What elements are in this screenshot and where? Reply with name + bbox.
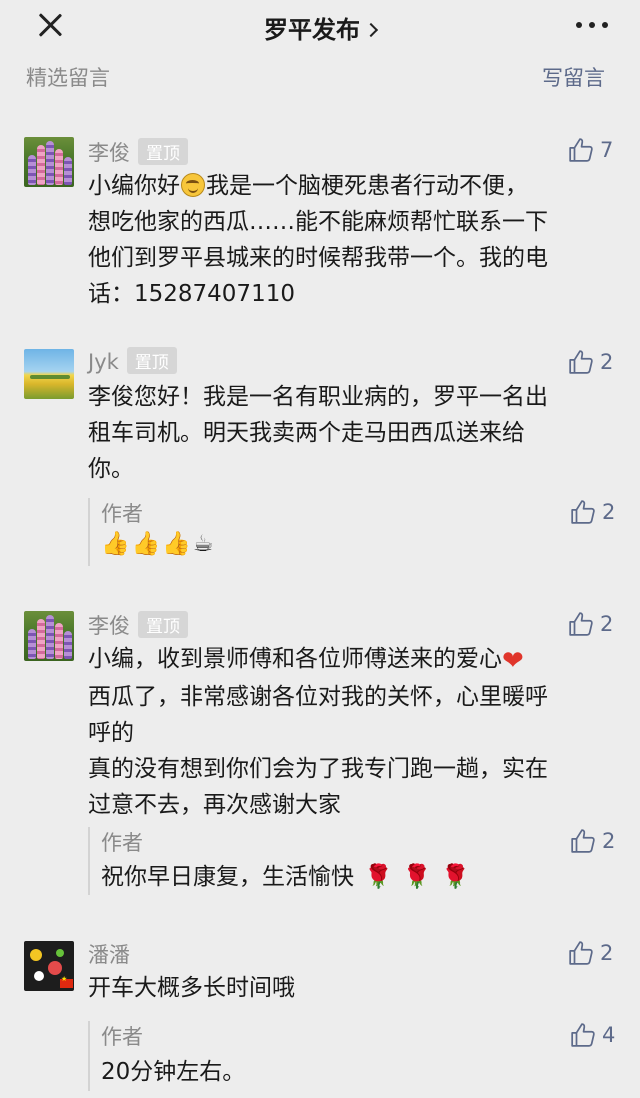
rose-emoji-icon: 🌹 (402, 864, 432, 890)
reply-text: 👍👍👍☕ (101, 531, 216, 557)
like-button[interactable]: 2 (570, 827, 615, 855)
top-bar: 罗平发布 (0, 0, 640, 54)
comment-text: 小编你好 我是一个脑梗死患者行动不便， 想吃他家的西瓜……能不能麻烦帮忙联系一下 … (88, 173, 548, 307)
reply-author: 作者 (101, 1025, 143, 1049)
pinned-badge: 置顶 (126, 347, 177, 374)
comment-text: 开车大概多长时间哦 (88, 975, 295, 1001)
like-button[interactable]: 2 (568, 610, 613, 638)
pinned-badge: 置顶 (138, 138, 188, 165)
write-comment-button[interactable]: 写留言 (542, 62, 605, 92)
comment-author[interactable]: 李俊 置顶 (88, 137, 188, 167)
author-reply: 作者 2 👍👍👍☕ (88, 498, 618, 566)
author-reply: 作者 2 祝你早日康复，生活愉快 🌹 🌹 🌹 (88, 827, 618, 895)
selected-comments-label: 精选留言 (26, 66, 110, 90)
reply-author: 作者 (101, 502, 143, 526)
like-button[interactable]: 2 (570, 498, 615, 526)
reply-author: 作者 (101, 831, 143, 855)
reply-text: 20分钟左右。 (101, 1059, 246, 1085)
like-count: 2 (602, 500, 616, 524)
thumbs-up-icon (569, 138, 593, 162)
like-count: 4 (602, 1023, 616, 1047)
author-reply: 作者 4 20分钟左右。 (88, 1021, 618, 1091)
reply-text: 祝你早日康复，生活愉快 🌹 🌹 🌹 (101, 864, 470, 890)
like-count: 7 (600, 138, 614, 162)
china-flag-icon (60, 975, 73, 988)
comment-text: 小编，收到景师傅和各位师傅送来的爱心❤ 西瓜了，非常感谢各位对我的关怀，心里暖呼… (88, 646, 548, 818)
thumbs-up-icon (569, 612, 593, 636)
page-title[interactable]: 罗平发布 (0, 10, 640, 45)
thumbs-up-icon (569, 350, 593, 374)
like-count: 2 (602, 829, 616, 853)
avatar[interactable] (24, 611, 74, 661)
like-button[interactable]: 7 (568, 136, 613, 164)
rose-emoji-icon: 🌹 (441, 864, 470, 890)
more-icon[interactable] (576, 22, 608, 30)
comment-author[interactable]: Jyk 置顶 (88, 347, 177, 375)
avatar[interactable] (24, 349, 74, 399)
chevron-right-icon (363, 22, 379, 38)
comment-author[interactable]: 李俊 置顶 (88, 610, 188, 640)
thumbs-up-icon (571, 829, 595, 853)
smile-emoji-icon (181, 173, 205, 197)
like-button[interactable]: 2 (568, 348, 613, 376)
heart-emoji-icon: ❤ (502, 646, 524, 676)
thumbs-up-icon (571, 1023, 595, 1047)
comment-text: 李俊您好！我是一名有职业病的，罗平一名出 租车司机。明天我卖两个走马田西瓜送来给… (88, 384, 548, 482)
like-count: 2 (600, 941, 614, 965)
like-button[interactable]: 2 (568, 939, 613, 967)
like-count: 2 (600, 350, 614, 374)
like-count: 2 (600, 612, 614, 636)
thumbs-up-icon (571, 500, 595, 524)
comment-author[interactable]: 潘潘 (88, 939, 130, 969)
like-button[interactable]: 4 (570, 1021, 615, 1049)
account-name[interactable]: 罗平发布 (264, 16, 360, 44)
thumbs-up-icon (569, 941, 593, 965)
avatar[interactable] (24, 137, 74, 187)
rose-emoji-icon: 🌹 (364, 864, 393, 890)
pinned-badge: 置顶 (138, 611, 188, 638)
